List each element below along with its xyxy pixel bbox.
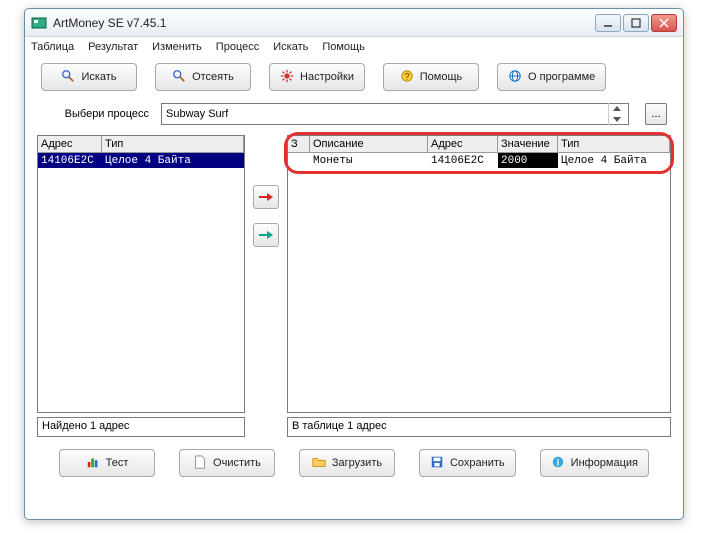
search-icon	[172, 69, 186, 86]
app-icon	[31, 15, 47, 31]
status-row: Найдено 1 адрес В таблице 1 адрес	[25, 415, 683, 443]
chart-icon	[86, 455, 100, 472]
save-button[interactable]: Сохранить	[419, 449, 516, 477]
close-button[interactable]	[651, 14, 677, 32]
cell-addr: 14106E2C	[428, 153, 498, 168]
col-desc[interactable]: Описание	[310, 136, 428, 152]
clear-button[interactable]: Очистить	[179, 449, 275, 477]
titlebar: ArtMoney SE v7.45.1	[25, 9, 683, 37]
table-row[interactable]: 14106E2C Целое 4 Байта	[38, 153, 244, 168]
col-addr[interactable]: Адрес	[428, 136, 498, 152]
browse-button[interactable]: ...	[645, 103, 667, 125]
col-addr[interactable]: Адрес	[38, 136, 102, 152]
minimize-button[interactable]	[595, 14, 621, 32]
toolbar-bottom: Тест Очистить Загрузить Сохранить iИнфор…	[25, 443, 683, 483]
menubar: Таблица Результат Изменить Процесс Искат…	[25, 37, 683, 57]
process-row: Выбери процесс ...	[25, 97, 683, 131]
cell-type: Целое 4 Байта	[102, 153, 244, 168]
menu-help[interactable]: Помощь	[322, 41, 365, 53]
col-type[interactable]: Тип	[558, 136, 670, 152]
transfer-buttons	[251, 135, 281, 413]
document-icon	[193, 455, 207, 472]
info-icon: i	[551, 455, 565, 472]
chevron-down-icon[interactable]	[609, 114, 624, 125]
test-button[interactable]: Тест	[59, 449, 155, 477]
maximize-button[interactable]	[623, 14, 649, 32]
menu-search[interactable]: Искать	[273, 41, 308, 53]
process-select[interactable]	[161, 103, 629, 125]
cell-type: Целое 4 Байта	[558, 153, 670, 168]
status-left: Найдено 1 адрес	[37, 417, 245, 437]
cell-num	[288, 153, 310, 168]
svg-text:?: ?	[404, 71, 409, 82]
menu-process[interactable]: Процесс	[216, 41, 259, 53]
results-panel[interactable]: Адрес Тип 14106E2C Целое 4 Байта	[37, 135, 245, 413]
info-button[interactable]: iИнформация	[540, 449, 649, 477]
col-type[interactable]: Тип	[102, 136, 244, 152]
help-icon: ?	[400, 69, 414, 86]
globe-icon	[508, 69, 522, 86]
chevron-up-icon[interactable]	[609, 103, 624, 114]
workspace: Адрес Тип 14106E2C Целое 4 Байта З Описа…	[25, 131, 683, 415]
app-window: ArtMoney SE v7.45.1 Таблица Результат Из…	[24, 8, 684, 520]
cell-addr: 14106E2C	[38, 153, 102, 168]
col-num[interactable]: З	[288, 136, 310, 152]
move-all-right-button[interactable]	[253, 223, 279, 247]
menu-result[interactable]: Результат	[88, 41, 138, 53]
floppy-icon	[430, 455, 444, 472]
settings-button[interactable]: Настройки	[269, 63, 365, 91]
search-icon	[61, 69, 75, 86]
menu-edit[interactable]: Изменить	[152, 41, 202, 53]
window-title: ArtMoney SE v7.45.1	[53, 16, 595, 30]
status-right: В таблице 1 адрес	[287, 417, 671, 437]
sift-button[interactable]: Отсеять	[155, 63, 251, 91]
table-panel[interactable]: З Описание Адрес Значение Тип Монеты 141…	[287, 135, 671, 413]
move-right-button[interactable]	[253, 185, 279, 209]
svg-text:i: i	[556, 457, 559, 468]
menu-table[interactable]: Таблица	[31, 41, 74, 53]
folder-open-icon	[312, 455, 326, 472]
toolbar-top: Искать Отсеять Настройки ?Помощь О прогр…	[25, 57, 683, 97]
table-row[interactable]: Монеты 14106E2C 2000 Целое 4 Байта	[288, 153, 670, 168]
about-button[interactable]: О программе	[497, 63, 606, 91]
cell-desc: Монеты	[310, 153, 428, 168]
load-button[interactable]: Загрузить	[299, 449, 395, 477]
search-button[interactable]: Искать	[41, 63, 137, 91]
gear-icon	[280, 69, 294, 86]
process-label: Выбери процесс	[41, 108, 149, 120]
help-button[interactable]: ?Помощь	[383, 63, 479, 91]
col-value[interactable]: Значение	[498, 136, 558, 152]
cell-value[interactable]: 2000	[498, 153, 558, 168]
process-spinner[interactable]	[608, 103, 624, 125]
process-input[interactable]	[166, 108, 608, 120]
